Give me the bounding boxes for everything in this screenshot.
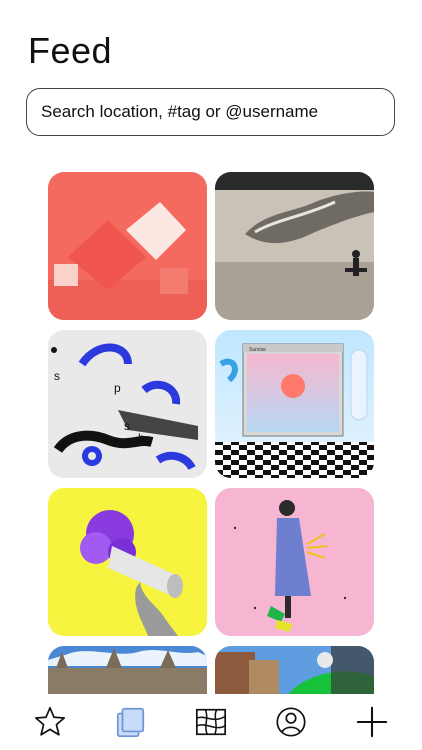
tab-feed[interactable]: [111, 702, 151, 742]
svg-text:Sunrise: Sunrise: [249, 347, 266, 353]
city-street-image: [215, 646, 374, 698]
tab-bar: [0, 694, 422, 750]
feed-cards-icon: [116, 707, 144, 738]
tile-coral-cubes[interactable]: [48, 172, 207, 320]
megaphone-flowers-image: [48, 488, 207, 636]
profile-icon: [276, 707, 306, 737]
svg-text:h: h: [138, 431, 145, 445]
tab-add[interactable]: [352, 702, 392, 742]
tile-gallery-sculpture[interactable]: [215, 172, 374, 320]
page-title: Feed: [28, 30, 113, 71]
tile-splash-collage[interactable]: s p s h: [48, 330, 207, 478]
plus-icon: [356, 706, 387, 738]
cathedral-image: [48, 646, 207, 698]
tile-cathedral[interactable]: [48, 646, 207, 698]
svg-text:s: s: [124, 419, 130, 433]
svg-text:s: s: [54, 369, 60, 383]
feed-grid: s p s h Sunrise: [48, 172, 374, 698]
dancer-pink-image: [215, 488, 374, 636]
coral-cubes-image: [48, 172, 207, 320]
tab-map[interactable]: [191, 702, 231, 742]
tile-megaphone-flowers[interactable]: [48, 488, 207, 636]
vaporwave-window-image: Sunrise: [215, 330, 374, 478]
map-icon: [195, 708, 226, 736]
tab-favorites[interactable]: [30, 702, 70, 742]
splash-collage-image: s p s h: [48, 330, 207, 478]
star-icon: [35, 706, 66, 736]
svg-text:p: p: [114, 381, 121, 395]
gallery-sculpture-image: [215, 172, 374, 320]
search-input[interactable]: [26, 88, 395, 136]
tile-vaporwave-window[interactable]: Sunrise: [215, 330, 374, 478]
tile-dancer-pink[interactable]: [215, 488, 374, 636]
tab-profile[interactable]: [271, 702, 311, 742]
tile-city-street[interactable]: [215, 646, 374, 698]
